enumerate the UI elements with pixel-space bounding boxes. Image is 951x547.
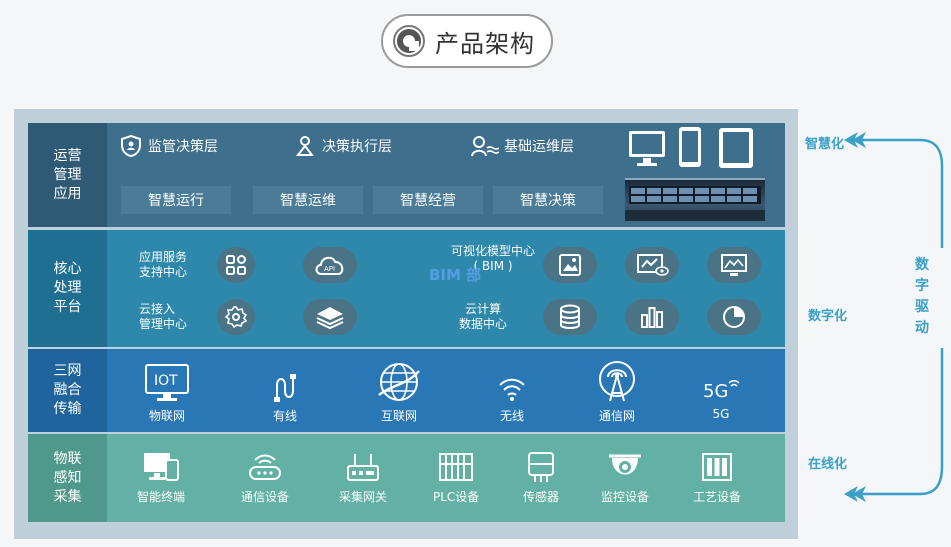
people-icon [295, 136, 315, 156]
pie-chart-icon [707, 299, 761, 335]
item-label: 通信网 [598, 409, 635, 423]
layers-icon [303, 299, 357, 335]
wifi-icon [499, 378, 525, 401]
layer-execution: 决策执行层 [293, 133, 392, 159]
camera-icon [609, 454, 641, 475]
item-smart-terminal: 智能终端 [137, 450, 185, 505]
maintenance-icon [471, 136, 499, 157]
band-body-transmission: IOT 物联网 有线 互联网 无线 通信网 5G 5G [107, 349, 785, 432]
database-icon [543, 299, 597, 335]
band-label-perception: 物联 感知 采集 [28, 434, 107, 522]
process-icon [702, 453, 732, 481]
5g-icon: 5G [703, 379, 740, 402]
item-label: 5G [712, 407, 730, 421]
item-comm-device: 通信设备 [241, 450, 289, 505]
api-cloud-icon: API [303, 247, 357, 283]
item-wireless: 无线 [497, 375, 527, 424]
item-5g: 5G 5G [701, 373, 741, 421]
item-process-device: 工艺设备 [693, 450, 741, 505]
layer-supervision: 监管决策层 [119, 133, 218, 159]
band-label-transmission: 三网 融合 传输 [28, 349, 107, 432]
band-body-operations: 监管决策层 决策执行层 基础运维层 智慧运行 智慧运维 智慧经营 智慧决策 [107, 123, 785, 227]
item-plc: PLC设备 [433, 450, 479, 505]
bar-chart-icon [625, 299, 679, 335]
cable-icon [274, 374, 296, 402]
item-label: 工艺设备 [693, 490, 742, 504]
tile-smart-decision: 智慧决策 [493, 186, 603, 214]
item-label: 通信设备 [241, 490, 290, 504]
band-label-core: 核心 处理 平台 [28, 230, 107, 347]
svg-text:API: API [324, 265, 335, 273]
devices-icon [629, 127, 753, 168]
layer-label: 决策执行层 [322, 139, 392, 155]
band-body-perception: 智能终端 通信设备 采集网关 PLC设备 传感器 监控设备 工艺设备 [107, 434, 785, 522]
logo-icon [393, 25, 425, 57]
cloud-data-center: 云计算 数据中心 [459, 302, 508, 331]
tile-smart-operation: 智慧运行 [121, 186, 231, 214]
item-telecom: 通信网 [595, 359, 639, 424]
5g-text: 5G [703, 381, 728, 402]
item-wired: 有线 [271, 373, 299, 424]
plc-icon [439, 453, 474, 481]
iot-icon: IOT [145, 364, 189, 401]
item-sensor: 传感器 [521, 450, 561, 505]
item-label: 传感器 [522, 490, 559, 504]
globe-icon [378, 363, 420, 401]
item-label: 互联网 [380, 409, 417, 423]
tile-smart-business: 智慧经营 [373, 186, 483, 214]
item-label: 智能终端 [137, 490, 186, 504]
item-internet: 互联网 [377, 361, 421, 424]
band-core: 核心 处理 平台 应用服务 支持中心 云接入 管理中心 可视化模型中心 ( BI… [28, 230, 785, 347]
terminal-icon [144, 453, 179, 481]
tile-smart-maintenance: 智慧运维 [253, 186, 363, 214]
band-body-core: 应用服务 支持中心 云接入 管理中心 可视化模型中心 ( BIM ) 云计算 数… [107, 230, 785, 347]
layer-label: 监管决策层 [148, 139, 218, 155]
title-pill: 产品架构 [381, 14, 553, 68]
app-service-center: 应用服务 支持中心 [139, 250, 188, 279]
item-camera: 监控设备 [601, 450, 649, 505]
antenna-icon [599, 361, 635, 402]
sensor-icon [528, 452, 554, 482]
image-icon [543, 247, 597, 283]
control-room-image [625, 178, 765, 221]
shield-user-icon [121, 134, 141, 158]
band-operations: 运营 管理 应用 监管决策层 决策执行层 基础运维层 智慧运行 智慧运维 智慧经… [28, 123, 785, 227]
band-perception: 物联 感知 采集 智能终端 通信设备 采集网关 PLC设备 传感器 监控设备 工… [28, 434, 785, 522]
gateway-icon [347, 454, 379, 481]
cycle-arrow [844, 132, 951, 502]
item-label: 物联网 [148, 409, 185, 423]
iot-text: IOT [154, 373, 178, 389]
gear-icon [217, 299, 255, 335]
page-title: 产品架构 [435, 29, 535, 58]
router-icon [249, 454, 281, 480]
layer-maintenance: 基础运维层 [469, 133, 574, 159]
cloud-access-center: 云接入 管理中心 [139, 302, 188, 331]
label-intelligent: 智慧化 [805, 137, 845, 152]
item-label: PLC设备 [433, 490, 480, 504]
watermark: BIM 部 [429, 266, 482, 284]
item-label: 有线 [272, 409, 297, 423]
item-label: 采集网关 [339, 490, 388, 504]
band-transmission: 三网 融合 传输 IOT 物联网 有线 互联网 无线 通信网 5G 5G [28, 349, 785, 432]
item-gateway: 采集网关 [339, 450, 387, 505]
apps-icon [217, 247, 255, 283]
monitor-eye-icon [625, 247, 679, 283]
dashboard-icon [707, 247, 761, 283]
item-label: 无线 [499, 409, 524, 423]
item-label: 监控设备 [601, 490, 650, 504]
label-digital-driven: 数字驱动 [915, 257, 929, 336]
band-label-operations: 运营 管理 应用 [28, 123, 107, 227]
item-iot: IOT 物联网 [143, 363, 191, 424]
layer-label: 基础运维层 [504, 139, 574, 155]
